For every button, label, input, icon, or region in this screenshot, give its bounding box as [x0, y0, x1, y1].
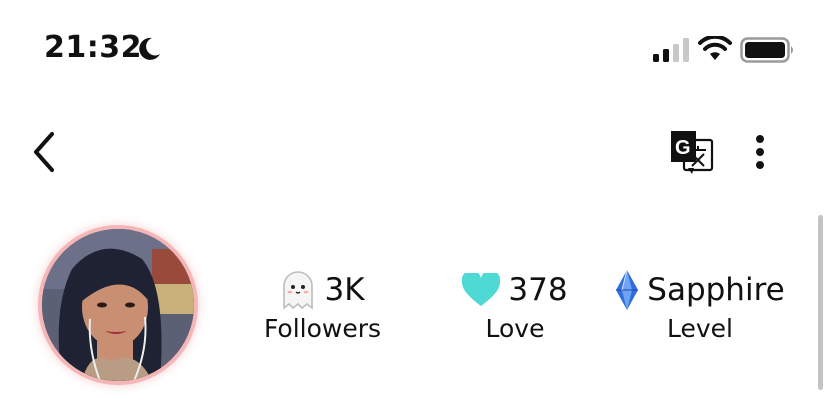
back-chevron-icon[interactable] [28, 128, 60, 176]
love-count: 378 [508, 272, 568, 308]
svg-text:G: G [675, 137, 691, 159]
cellular-signal-icon [653, 38, 689, 62]
wifi-icon [698, 36, 732, 60]
heart-icon [462, 273, 501, 306]
avatar-photo [42, 229, 194, 381]
vertical-scrollbar[interactable] [818, 215, 823, 390]
sapphire-gem-icon [616, 269, 639, 310]
followers-label: Followers [263, 314, 382, 343]
followers-stat[interactable]: 3K Followers [250, 268, 395, 343]
level-stat[interactable]: Sapphire Level [610, 268, 790, 343]
status-bar: 21:32 [0, 0, 828, 100]
ghost-icon [283, 271, 314, 310]
level-label: Level [667, 314, 733, 343]
status-time: 21:32 [44, 30, 142, 65]
more-vertical-icon[interactable] [748, 132, 772, 172]
love-stat[interactable]: 378 Love [450, 268, 580, 343]
moon-icon [139, 37, 160, 60]
translate-icon[interactable]: G [668, 128, 714, 174]
level-name: Sapphire [647, 272, 785, 308]
battery-icon [740, 37, 793, 63]
profile-avatar[interactable] [42, 229, 194, 381]
love-label: Love [485, 314, 545, 343]
followers-count: 3K [324, 272, 365, 308]
